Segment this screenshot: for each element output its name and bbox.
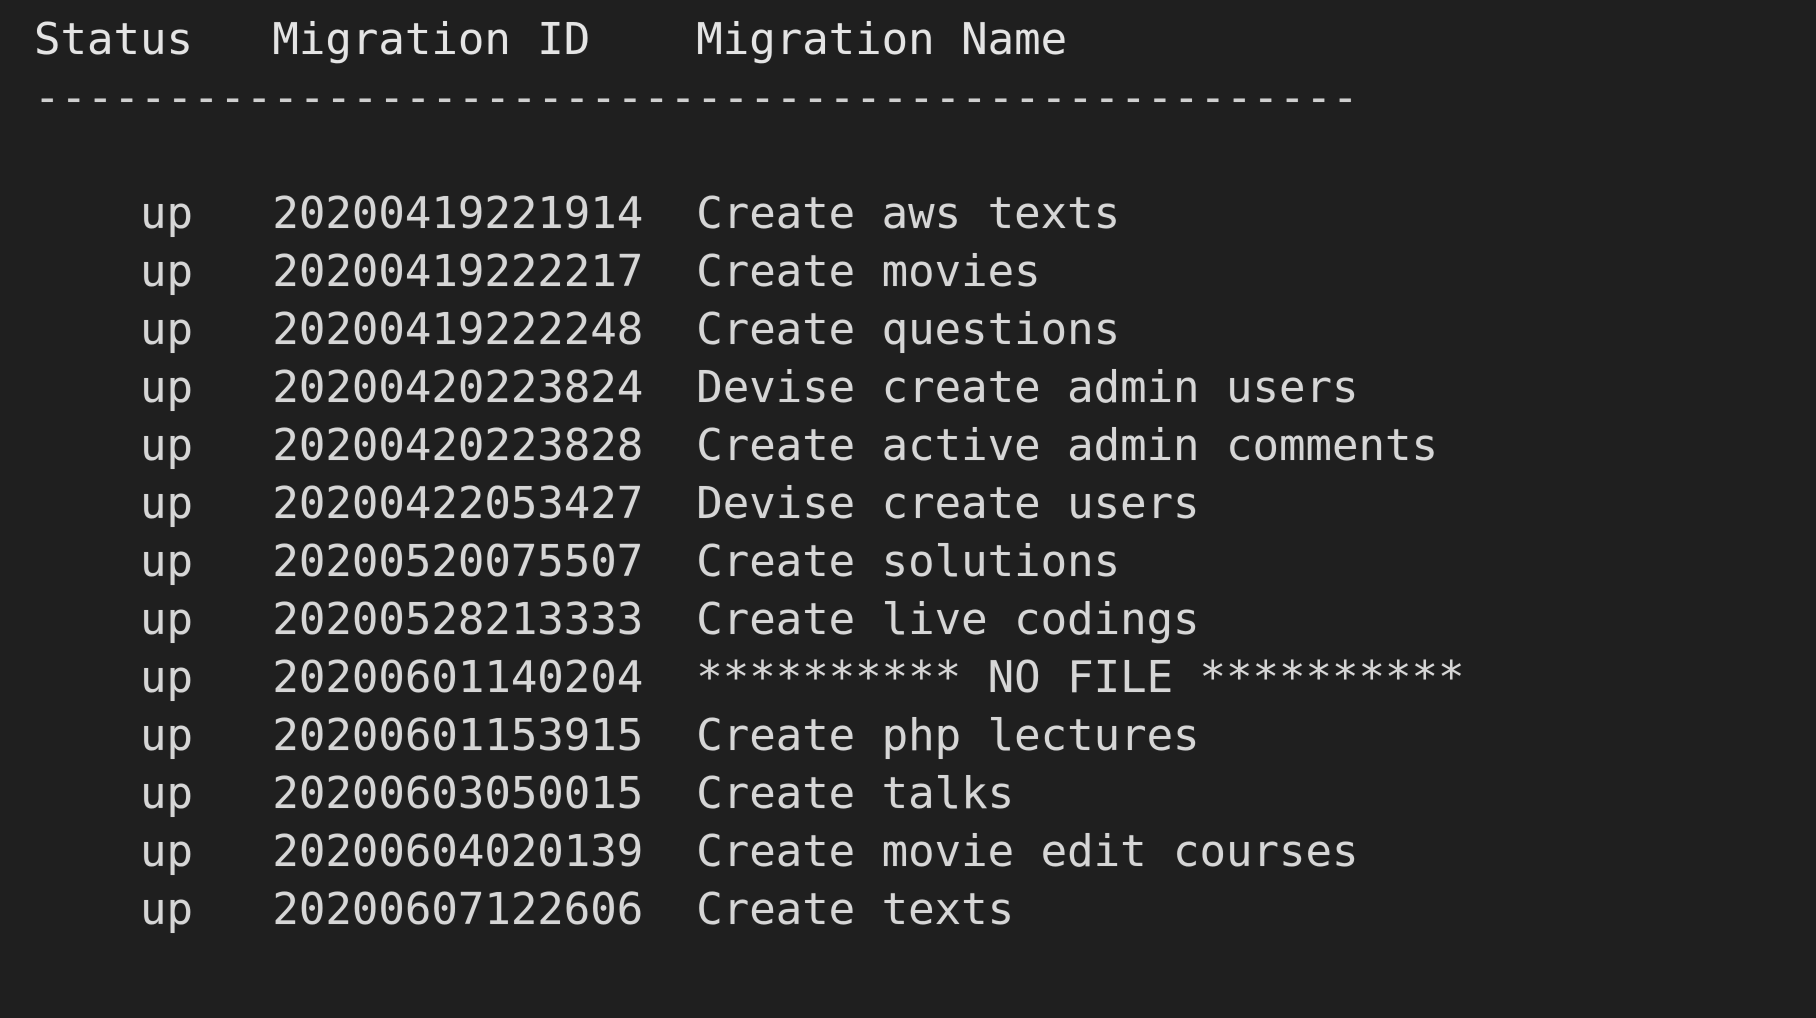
cell-migration-name: Devise create users <box>696 478 1200 529</box>
cell-migration-name: Create movie edit courses <box>696 826 1359 877</box>
table-row: up 20200604020139 Create movie edit cour… <box>0 823 1816 881</box>
cell-gap-b <box>643 823 696 881</box>
cell-migration-name: Create movies <box>696 246 1041 297</box>
cell-gap-b <box>643 881 696 939</box>
cell-gap-a <box>193 301 272 359</box>
cell-migration-name: Create live codings <box>696 594 1200 645</box>
cell-migration-id: 20200422053427 <box>272 478 644 529</box>
cell-migration-name: Create active admin comments <box>696 420 1438 471</box>
cell-gap-b <box>643 185 696 243</box>
cell-gap-b <box>643 475 696 533</box>
cell-migration-name: ********** NO FILE ********** <box>696 652 1465 703</box>
cell-gap-a <box>193 591 272 649</box>
cell-gap-a <box>193 823 272 881</box>
cell-migration-id: 20200420223828 <box>272 420 644 471</box>
cell-migration-id: 20200420223824 <box>272 362 644 413</box>
migration-status-output: Status Migration ID Migration Name -----… <box>0 0 1816 939</box>
cell-migration-name: Create solutions <box>696 536 1121 587</box>
cell-status: up <box>139 246 193 297</box>
cell-status: up <box>139 478 193 529</box>
table-row: up 20200419222217 Create movies <box>0 243 1816 301</box>
cell-gap-b <box>643 649 696 707</box>
column-header-migration-id: Migration ID <box>272 14 591 65</box>
cell-gap-b <box>643 591 696 649</box>
cell-status: up <box>139 768 193 819</box>
cell-gap-a <box>193 707 272 765</box>
cell-migration-id: 20200419222248 <box>272 304 644 355</box>
cell-migration-id: 20200604020139 <box>272 826 644 877</box>
cell-status: up <box>139 884 193 935</box>
cell-migration-id: 20200520075507 <box>272 536 644 587</box>
cell-gap-a <box>193 185 272 243</box>
header-gap-b <box>643 11 696 69</box>
cell-gap-a <box>193 475 272 533</box>
cell-gap-b <box>643 417 696 475</box>
cell-migration-id: 20200419222217 <box>272 246 644 297</box>
table-separator-rule: ----------------------------------------… <box>34 72 1359 123</box>
cell-status: up <box>139 362 193 413</box>
cell-status: up <box>139 594 193 645</box>
cell-migration-name: Create texts <box>696 884 1015 935</box>
cell-status: up <box>139 304 193 355</box>
table-row: up 20200601153915 Create php lectures <box>0 707 1816 765</box>
table-header-row: Status Migration ID Migration Name <box>0 11 1816 69</box>
table-row: up 20200601140204 ********** NO FILE ***… <box>0 649 1816 707</box>
column-header-status: Status <box>34 14 193 65</box>
cell-migration-name: Create questions <box>696 304 1121 355</box>
table-row: up 20200419221914 Create aws texts <box>0 185 1816 243</box>
cell-gap-a <box>193 359 272 417</box>
cell-status: up <box>139 188 193 239</box>
terminal-window[interactable]: Status Migration ID Migration Name -----… <box>0 0 1816 1018</box>
cell-migration-id: 20200601140204 <box>272 652 644 703</box>
cell-migration-name: Devise create admin users <box>696 362 1359 413</box>
cell-gap-a <box>193 243 272 301</box>
cell-status: up <box>139 420 193 471</box>
cell-gap-b <box>643 301 696 359</box>
cell-gap-b <box>643 359 696 417</box>
table-row: up 20200603050015 Create talks <box>0 765 1816 823</box>
cell-status: up <box>139 652 193 703</box>
cell-gap-a <box>193 765 272 823</box>
cell-migration-name: Create talks <box>696 768 1015 819</box>
table-row: up 20200419222248 Create questions <box>0 301 1816 359</box>
cell-migration-name: Create php lectures <box>696 710 1200 761</box>
table-row: up 20200520075507 Create solutions <box>0 533 1816 591</box>
table-row: up 20200528213333 Create live codings <box>0 591 1816 649</box>
table-row: up 20200607122606 Create texts <box>0 881 1816 939</box>
cell-status: up <box>139 710 193 761</box>
table-row: up 20200420223824 Devise create admin us… <box>0 359 1816 417</box>
cell-gap-a <box>193 533 272 591</box>
cell-gap-b <box>643 765 696 823</box>
cell-migration-id: 20200528213333 <box>272 594 644 645</box>
cell-gap-a <box>193 649 272 707</box>
cell-gap-a <box>193 417 272 475</box>
cell-migration-id: 20200601153915 <box>272 710 644 761</box>
cell-migration-id: 20200603050015 <box>272 768 644 819</box>
header-gap-a <box>193 11 272 69</box>
column-header-migration-name: Migration Name <box>696 14 1068 65</box>
cell-migration-id: 20200607122606 <box>272 884 644 935</box>
cell-gap-b <box>643 243 696 301</box>
cell-status: up <box>139 826 193 877</box>
cell-migration-name: Create aws texts <box>696 188 1121 239</box>
table-row: up 20200420223828 Create active admin co… <box>0 417 1816 475</box>
cell-gap-b <box>643 707 696 765</box>
cell-migration-id: 20200419221914 <box>272 188 644 239</box>
table-row: up 20200422053427 Devise create users <box>0 475 1816 533</box>
cell-gap-a <box>193 881 272 939</box>
cell-status: up <box>139 536 193 587</box>
table-rows: up 20200419221914 Create aws texts up 202… <box>0 185 1816 939</box>
cell-gap-b <box>643 533 696 591</box>
